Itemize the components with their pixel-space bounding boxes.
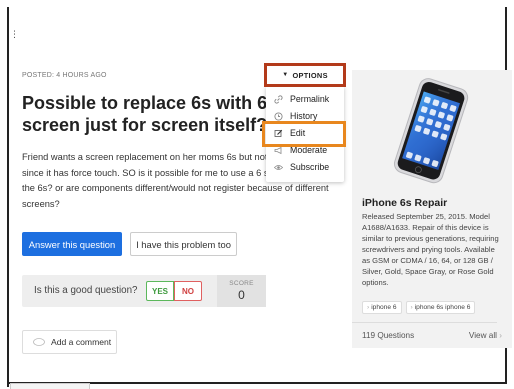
menu-item-subscribe[interactable]: Subscribe bbox=[274, 160, 329, 174]
menu-item-label: Permalink bbox=[290, 94, 330, 104]
tag-item[interactable]: › iphone 6 bbox=[362, 301, 402, 314]
answer-question-button[interactable]: Answer this question bbox=[22, 232, 122, 256]
add-comment-label: Add a comment bbox=[51, 337, 112, 347]
chevron-right-icon: › bbox=[499, 331, 502, 340]
tag-arrow-icon: › bbox=[367, 304, 370, 311]
menu-item-permalink[interactable]: Permalink bbox=[274, 92, 329, 106]
tag-label: iphone 6 bbox=[371, 304, 397, 311]
eye-icon bbox=[274, 163, 283, 172]
tag-item[interactable]: › iphone 6s iphone 6 bbox=[405, 301, 476, 314]
add-comment-button[interactable]: Add a comment bbox=[22, 330, 117, 354]
sidebar-footer: 119 Questions View all › bbox=[362, 331, 502, 340]
menu-item-label: Subscribe bbox=[290, 162, 330, 172]
link-icon bbox=[274, 94, 283, 104]
tag-list: › iphone 6 › iphone 6s iphone 6 bbox=[362, 301, 476, 314]
device-title[interactable]: iPhone 6s Repair bbox=[362, 197, 447, 209]
vote-bar: Is this a good question? YES NO SCORE 0 bbox=[22, 275, 266, 307]
options-highlight-box bbox=[264, 63, 346, 87]
score-value: 0 bbox=[238, 288, 245, 302]
score-box: SCORE 0 bbox=[217, 275, 266, 307]
vote-no-button[interactable]: NO bbox=[174, 281, 202, 301]
iphone-image-icon bbox=[393, 78, 469, 184]
drag-handle-icon: ⋮ bbox=[10, 29, 19, 39]
vote-prompt: Is this a good question? bbox=[34, 285, 138, 296]
clock-icon bbox=[274, 111, 283, 121]
device-sidebar: iPhone 6s Repair Released September 25, … bbox=[352, 70, 512, 348]
menu-item-label: History bbox=[290, 111, 318, 121]
posted-time: POSTED: 4 HOURS AGO bbox=[22, 72, 107, 79]
bottom-tab-stub bbox=[10, 383, 90, 389]
score-label: SCORE bbox=[229, 280, 254, 287]
view-all-link[interactable]: View all › bbox=[469, 331, 502, 340]
tag-arrow-icon: › bbox=[410, 304, 413, 311]
same-problem-button[interactable]: I have this problem too bbox=[130, 232, 237, 256]
vote-yes-button[interactable]: YES bbox=[146, 281, 174, 301]
edit-highlight-box bbox=[262, 121, 346, 147]
tag-label: iphone 6s iphone 6 bbox=[414, 304, 471, 311]
device-description: Released September 25, 2015. Model A1688… bbox=[362, 212, 499, 287]
questions-count: 119 Questions bbox=[362, 331, 415, 340]
view-all-label: View all bbox=[468, 331, 497, 340]
comment-bubble-icon bbox=[33, 338, 45, 346]
sidebar-divider bbox=[352, 322, 497, 323]
device-image[interactable] bbox=[360, 76, 500, 186]
